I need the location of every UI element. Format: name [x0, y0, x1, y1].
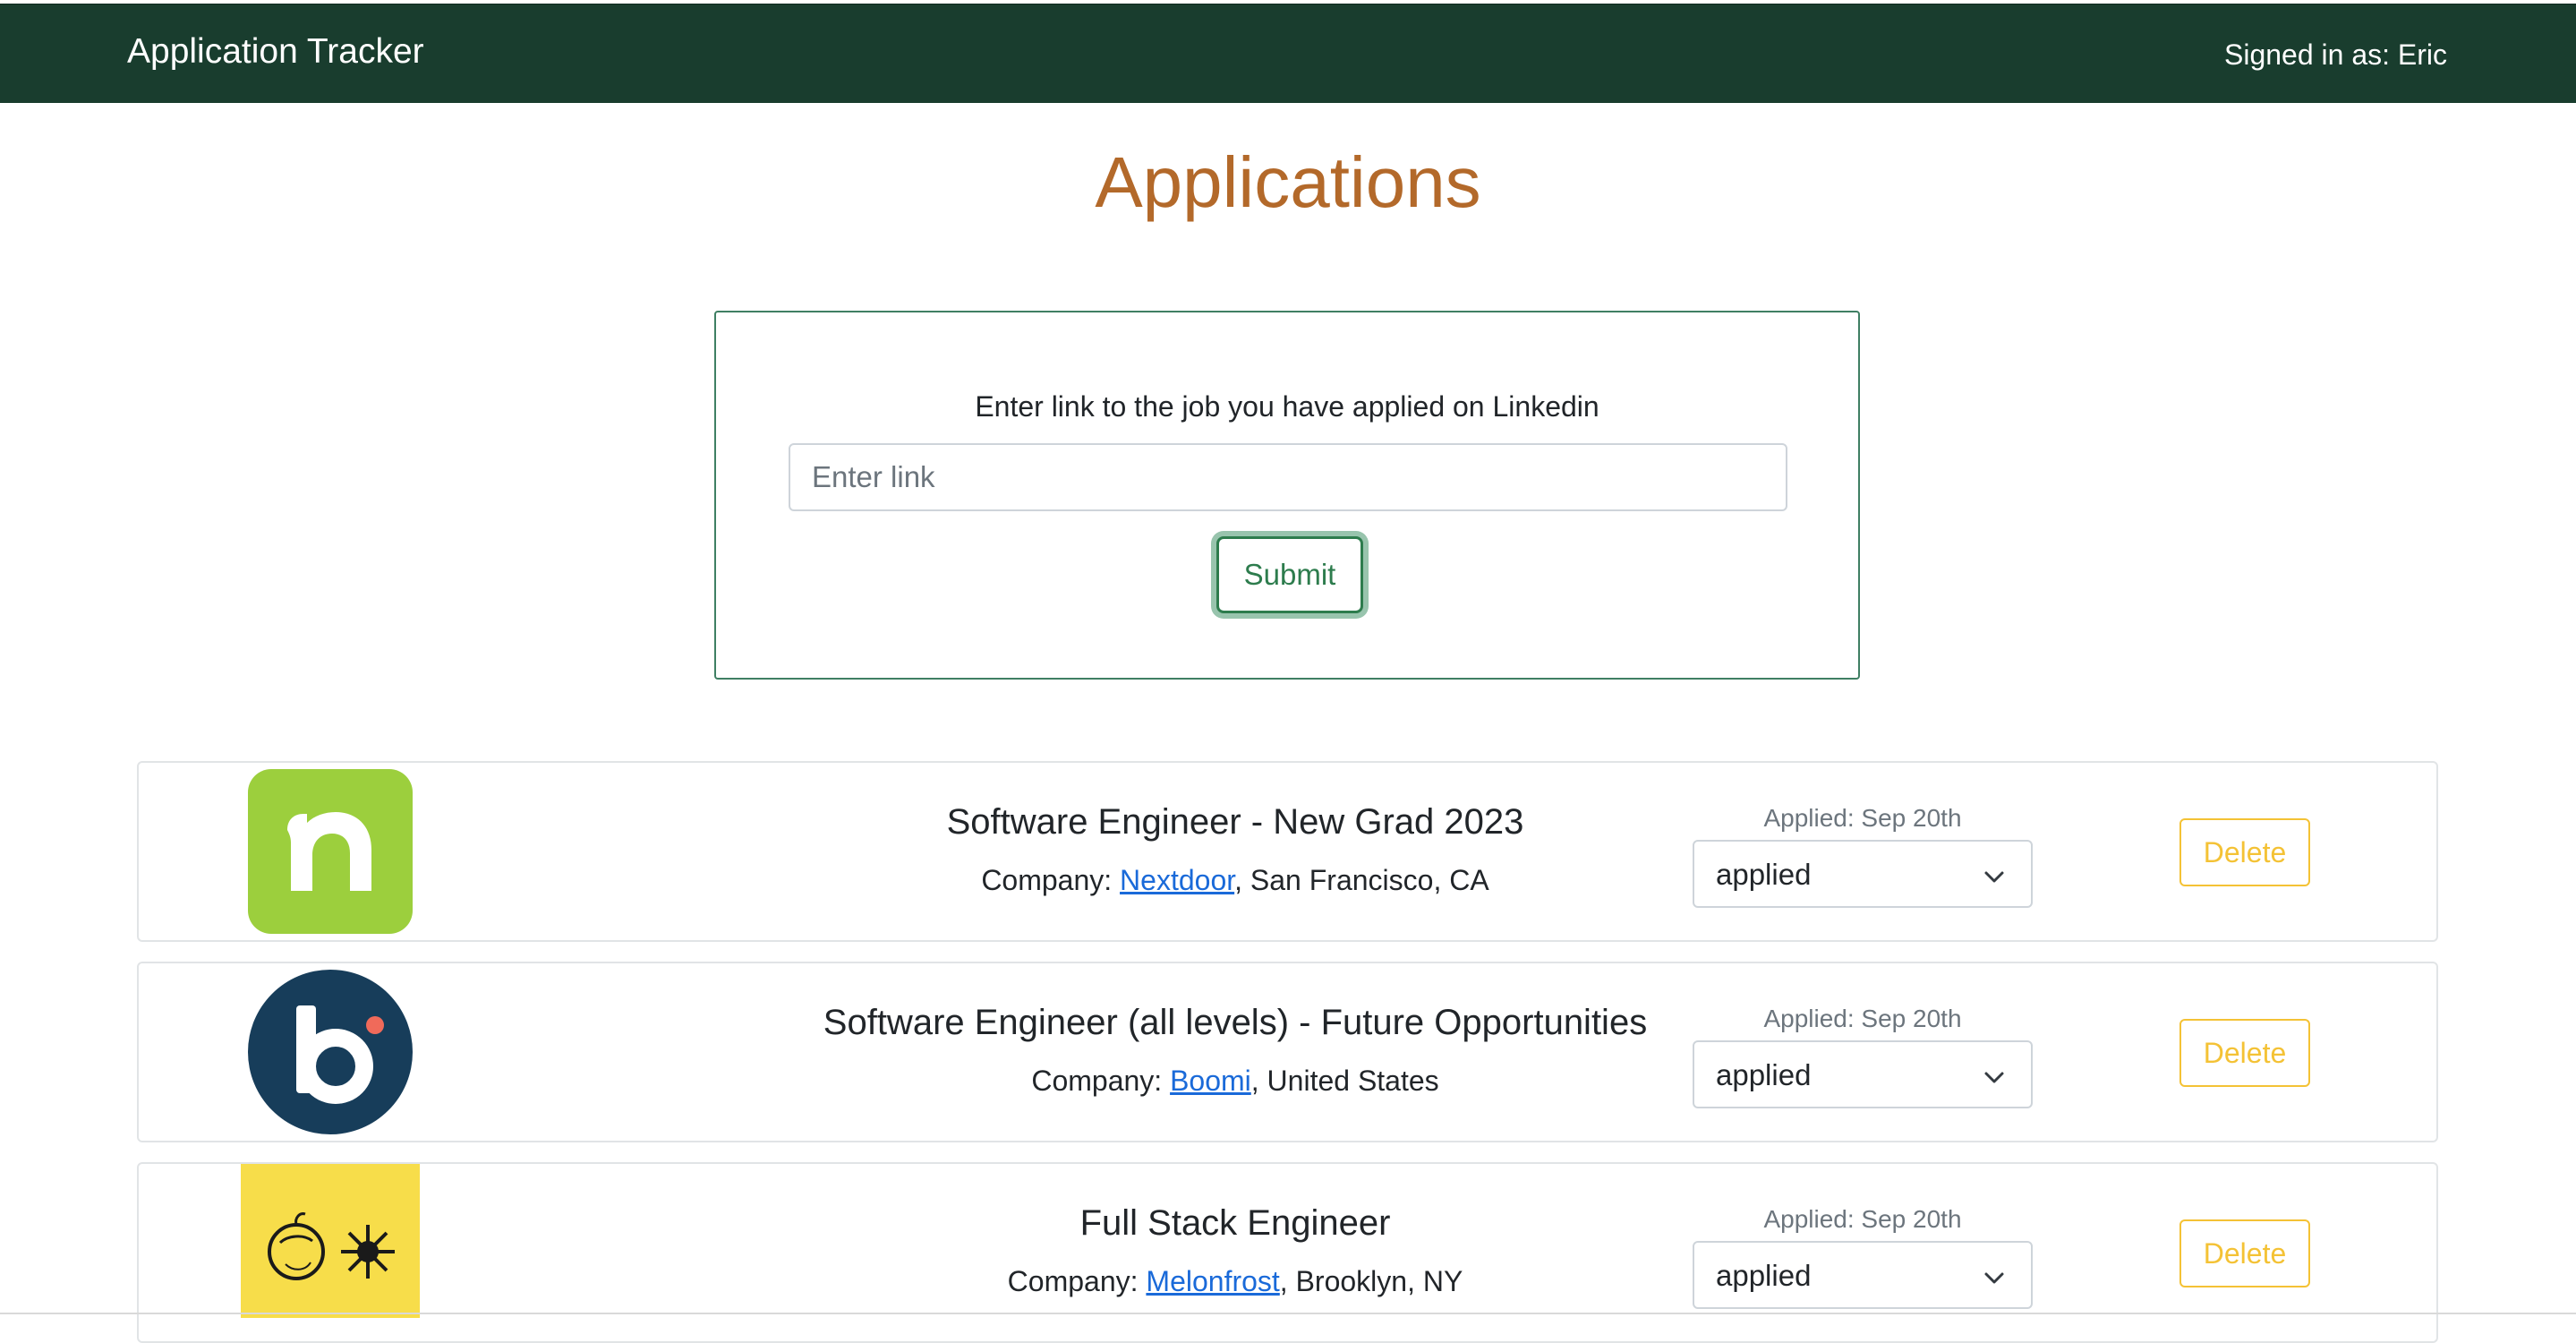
chevron-down-icon	[1984, 1072, 2004, 1083]
status-value: applied	[1716, 1058, 1812, 1091]
company-label: Company:	[1007, 1265, 1147, 1297]
application-card: Software Engineer (all levels) - Future …	[137, 962, 2438, 1142]
status-value: applied	[1716, 858, 1812, 891]
status-select[interactable]: applied	[1693, 1241, 2033, 1309]
nextdoor-logo-icon	[248, 769, 413, 934]
job-link-prompt: Enter link to the job you have applied o…	[975, 390, 1599, 423]
company-link[interactable]: Boomi	[1170, 1065, 1251, 1097]
delete-button[interactable]: Delete	[2179, 818, 2310, 886]
status-value: applied	[1716, 1259, 1812, 1292]
boomi-logo-icon	[248, 970, 413, 1134]
submit-button[interactable]: Submit	[1216, 536, 1363, 613]
company-location: , Brooklyn, NY	[1279, 1265, 1463, 1297]
company-location: , San Francisco, CA	[1234, 864, 1489, 896]
app-brand[interactable]: Application Tracker	[127, 31, 424, 73]
status-select[interactable]: applied	[1693, 840, 2033, 908]
window-bottom-edge	[0, 1313, 2576, 1314]
job-link-input[interactable]	[789, 443, 1787, 511]
company-link[interactable]: Melonfrost	[1146, 1265, 1279, 1297]
company-label: Company:	[1031, 1065, 1171, 1097]
applied-date: Applied: Sep 20th	[1763, 804, 1962, 832]
application-card: Full Stack Engineer Company: Melonfrost,…	[137, 1162, 2438, 1343]
company-location: , United States	[1250, 1065, 1439, 1097]
status-select[interactable]: applied	[1693, 1040, 2033, 1108]
signed-in-user: Signed in as: Eric	[2223, 38, 2447, 71]
job-link-form: Enter link to the job you have applied o…	[714, 311, 1860, 680]
page-title: Applications	[1095, 142, 1481, 222]
company-link[interactable]: Nextdoor	[1120, 864, 1234, 896]
company-label: Company:	[981, 864, 1121, 896]
chevron-down-icon	[1984, 1272, 2004, 1284]
applied-date: Applied: Sep 20th	[1763, 1205, 1962, 1233]
chevron-down-icon	[1984, 871, 2004, 883]
top-navbar: Application Tracker Signed in as: Eric	[0, 4, 2576, 103]
delete-button[interactable]: Delete	[2179, 1219, 2310, 1287]
delete-button[interactable]: Delete	[2179, 1019, 2310, 1087]
applied-date: Applied: Sep 20th	[1763, 1005, 1962, 1032]
melonfrost-logo-icon	[241, 1164, 420, 1318]
application-card: Software Engineer - New Grad 2023 Compan…	[137, 761, 2438, 942]
